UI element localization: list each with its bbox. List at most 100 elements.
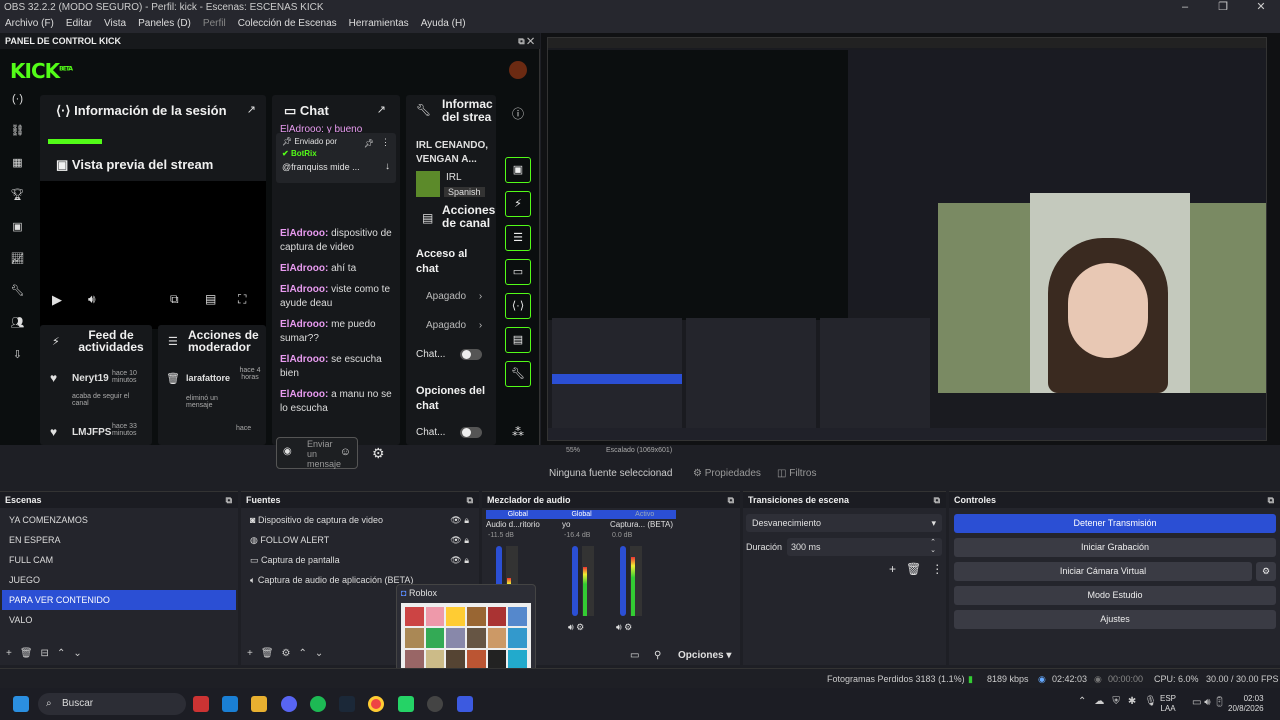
add-icon[interactable]: +	[247, 648, 253, 659]
start-virtual-camera-button[interactable]: Iniciar Cámara Virtual	[954, 562, 1252, 581]
roblox-icon[interactable]	[457, 696, 473, 712]
channel-icon[interactable]: ▤	[505, 327, 531, 353]
program-preview[interactable]	[541, 33, 1280, 445]
up-icon[interactable]: ⌃	[299, 648, 307, 659]
stream-icon[interactable]: (·)	[12, 93, 23, 105]
clock[interactable]: 02:03 20/8/2026	[1228, 694, 1264, 714]
trash-icon[interactable]: 🗑︎	[906, 562, 921, 576]
arrow-down-icon[interactable]: ↓	[385, 161, 390, 172]
chrome-icon[interactable]	[368, 696, 384, 712]
settings-button[interactable]: Ajustes	[954, 610, 1276, 629]
download-icon[interactable]: ⇩	[13, 348, 22, 361]
scene-item[interactable]: VALO	[2, 610, 236, 630]
down-icon[interactable]: ⌄	[315, 648, 323, 659]
language-indicator[interactable]: ESP LAA	[1160, 694, 1176, 714]
add-icon[interactable]: +	[6, 648, 12, 659]
chat-toggle[interactable]	[460, 427, 483, 438]
off-select[interactable]: Apagado ›	[426, 291, 482, 302]
wrench-icon[interactable]: 🔧︎	[505, 361, 531, 387]
menu-profile[interactable]: Perfil	[203, 15, 226, 33]
maximize-button[interactable]: ❐	[1204, 0, 1242, 15]
more-icon[interactable]: ⋮	[381, 137, 390, 148]
volume-icon[interactable]: 🔊︎	[88, 292, 96, 307]
menu-help[interactable]: Ayuda (H)	[421, 15, 466, 33]
info-icon[interactable]: ⓘ	[512, 105, 524, 122]
menu-view[interactable]: Vista	[104, 15, 126, 33]
down-icon[interactable]: ⌄	[73, 648, 81, 659]
media-icon[interactable]: ▣	[12, 220, 22, 233]
taskbar-preview-popup[interactable]: ◘ Roblox	[396, 584, 536, 676]
shield-icon[interactable]: ⛨	[1112, 696, 1120, 707]
fullscreen-icon[interactable]: ⛶	[238, 292, 246, 307]
mute-icon[interactable]: 🔊︎ ⚙	[616, 622, 632, 633]
app-icon[interactable]	[193, 696, 209, 712]
transition-select[interactable]: Desvanecimiento ▾	[746, 514, 942, 532]
stream-icon[interactable]: ⟨·⟩	[505, 293, 531, 319]
mute-icon[interactable]: 🔊︎ ⚙	[568, 622, 584, 633]
trophy-icon[interactable]: 🏆︎	[11, 188, 25, 201]
scene-item[interactable]: JUEGO	[2, 570, 236, 590]
mixer-layout-icon[interactable]: ▭	[630, 650, 639, 661]
chevron-up-icon[interactable]: ⌃	[1078, 696, 1086, 707]
smiley-icon[interactable]: ☺	[340, 446, 351, 458]
menu-scene-collection[interactable]: Colección de Escenas	[238, 15, 337, 33]
scene-item[interactable]: FULL CAM	[2, 550, 236, 570]
pin-icon[interactable]: 📌︎	[364, 139, 374, 148]
dock-float-icon[interactable]: ⧉	[1268, 492, 1274, 508]
trash-icon[interactable]: 🗑︎	[261, 648, 274, 659]
stop-streaming-button[interactable]: Detener Transmisión	[954, 514, 1276, 533]
media-icon[interactable]: ▣	[505, 157, 531, 183]
menu-docks[interactable]: Paneles (D)	[138, 15, 191, 33]
chat-icon[interactable]: ▭	[505, 259, 531, 285]
users-icon[interactable]: 👥︎	[11, 316, 25, 329]
menu-file[interactable]: Archivo (F)	[5, 15, 54, 33]
popout-icon[interactable]: ↗	[377, 103, 386, 116]
menu-edit[interactable]: Editar	[66, 15, 92, 33]
minimize-button[interactable]: –	[1166, 0, 1204, 15]
add-icon[interactable]: +	[889, 562, 896, 576]
wrench-icon[interactable]: 🔧︎	[11, 284, 25, 297]
eye-lock-icon[interactable]: 👁︎ 🔒︎	[450, 510, 469, 530]
dock-float-icon[interactable]: ⧉	[467, 492, 473, 508]
filters-button[interactable]: ◫ Filtros	[777, 468, 816, 479]
volume-slider[interactable]	[620, 546, 626, 616]
chart-icon[interactable]: 📈︎	[11, 252, 25, 265]
up-icon[interactable]: ⌃	[57, 648, 65, 659]
play-icon[interactable]: ▶	[52, 292, 62, 308]
mixer-link-icon[interactable]: ⚲	[654, 650, 661, 661]
taskbar-search[interactable]: ⌕ Buscar	[38, 693, 186, 715]
list-icon[interactable]: ☰	[505, 225, 531, 251]
studio-mode-button[interactable]: Modo Estudio	[954, 586, 1276, 605]
edge-icon[interactable]	[222, 696, 238, 712]
settings-gear-icon[interactable]: ⚙	[372, 445, 385, 462]
dock-float-icon[interactable]: ⧉	[728, 492, 734, 508]
start-icon[interactable]	[13, 696, 29, 712]
nodes-icon[interactable]: ⁂	[512, 425, 524, 439]
bolt-icon[interactable]: ⚡︎	[505, 191, 531, 217]
dock-float-icon[interactable]: ⧉	[934, 492, 940, 508]
cloud-icon[interactable]: ☁	[1094, 696, 1104, 707]
clip-icon[interactable]: ▤	[205, 292, 216, 306]
source-item[interactable]: ◍ FOLLOW ALERT 👁︎ 🔒︎	[243, 530, 477, 550]
mic-icon[interactable]: 🎙︎	[1144, 696, 1157, 707]
discord-icon[interactable]	[281, 696, 297, 712]
more-icon[interactable]: ⋮	[931, 562, 943, 576]
volume-slider[interactable]	[572, 546, 578, 616]
menu-tools[interactable]: Herramientas	[349, 15, 409, 33]
zoom-level[interactable]: 55%	[566, 445, 580, 457]
steam-icon[interactable]	[339, 696, 355, 712]
scene-item-selected[interactable]: PARA VER CONTENIDO	[2, 590, 236, 610]
trash-icon[interactable]: 🗑︎	[20, 648, 33, 659]
panel-float-close-icon[interactable]: ⧉ ✕	[518, 33, 534, 49]
scene-item[interactable]: YA COMENZAMOS	[2, 510, 236, 530]
bluetooth-icon[interactable]: ✱	[1128, 696, 1136, 707]
dock-float-icon[interactable]: ⧉	[226, 492, 232, 508]
source-item[interactable]: ▭ Captura de pantalla 👁︎ 🔒︎	[243, 550, 477, 570]
chat-toggle[interactable]	[460, 349, 483, 360]
eye-lock-icon[interactable]: 👁︎ 🔒︎	[450, 530, 469, 550]
duration-input[interactable]: 300 ms ⌃ ⌄	[787, 538, 942, 556]
spotify-icon[interactable]	[310, 696, 326, 712]
source-item[interactable]: ◙ Dispositivo de captura de video 👁︎ 🔒︎	[243, 510, 477, 530]
avatar[interactable]	[509, 61, 527, 79]
link-icon[interactable]: ⛓	[11, 124, 25, 137]
